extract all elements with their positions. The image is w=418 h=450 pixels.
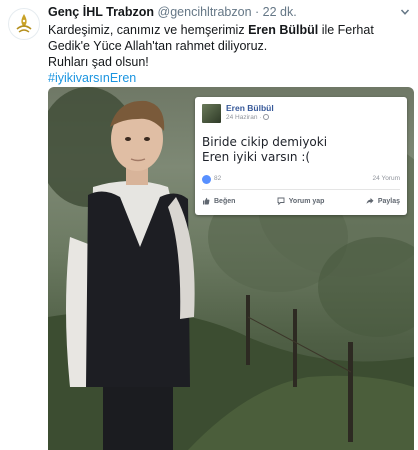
timestamp[interactable]: 22 dk. — [263, 5, 297, 19]
profile-avatar[interactable] — [8, 8, 40, 40]
tweet-text: Kardeşimiz, canımız ve hemşerimiz Eren B… — [48, 22, 412, 86]
fb-comments-count: 24 Yorum — [372, 175, 400, 182]
fb-post-stats: 82 24 Yorum — [202, 174, 400, 186]
embedded-facebook-post: Eren Bülbül 24 Haziran · Biride cikip de… — [195, 97, 407, 215]
chevron-down-icon[interactable] — [400, 7, 410, 17]
tweet: Genç İHL Trabzon @gencihltrabzon · 22 dk… — [0, 0, 418, 450]
separator: · — [255, 5, 260, 19]
hashtag-link[interactable]: #iyikivarsınEren — [48, 71, 136, 85]
fb-comment-label: Yorum yap — [288, 197, 325, 205]
tweet-text-line-1: Kardeşimiz, canımız ve hemşerimiz Eren B… — [48, 23, 374, 53]
comment-bubble-icon — [277, 197, 285, 205]
fb-post-line-2: Eren iyiki varsın :( — [202, 150, 311, 164]
fb-post-line-1: Biride cikip demiyoki — [202, 135, 328, 149]
fb-action-bar: Beğen Yorum yap Paylaş — [202, 194, 400, 208]
fb-share-action: Paylaş — [366, 194, 400, 208]
globe-icon — [263, 114, 270, 121]
fb-divider — [202, 189, 400, 190]
organization-logo-icon — [16, 14, 32, 33]
fb-author-name: Eren Bülbül — [226, 103, 274, 113]
fb-share-label: Paylaş — [377, 197, 400, 205]
fb-post-text: Biride cikip demiyoki Eren iyiki varsın … — [202, 135, 327, 165]
fb-like-action: Beğen — [202, 194, 235, 208]
share-arrow-icon — [366, 198, 374, 204]
fb-like-label: Beğen — [214, 197, 236, 205]
thumbs-up-icon — [203, 197, 210, 205]
fb-comment-action: Yorum yap — [277, 194, 325, 208]
tweet-header: Genç İHL Trabzon @gencihltrabzon · 22 dk… — [48, 5, 410, 23]
mention-bold-name: Eren Bülbül — [248, 23, 319, 37]
fb-likes-count: 82 — [214, 175, 222, 182]
display-name[interactable]: Genç İHL Trabzon — [48, 5, 154, 19]
tweet-photo[interactable]: Eren Bülbül 24 Haziran · Biride cikip de… — [48, 87, 414, 450]
fb-author-avatar — [202, 104, 221, 123]
fb-post-date: 24 Haziran · — [226, 114, 270, 121]
tweet-text-line-2: Ruhları şad olsun! — [48, 55, 149, 69]
like-badge-icon — [202, 175, 211, 184]
user-handle[interactable]: @gencihltrabzon — [158, 5, 252, 19]
